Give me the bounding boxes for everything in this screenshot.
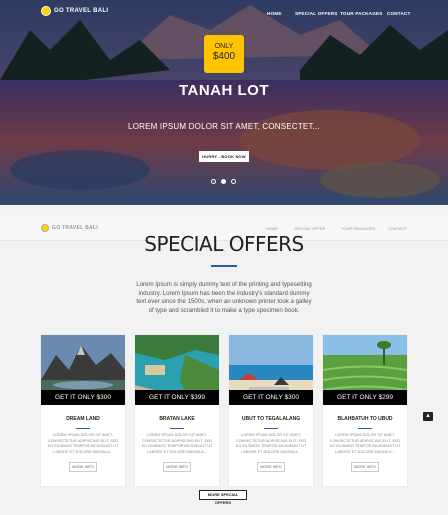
offer-card-bratan-lake: GET IT ONLY $399 BRATAN LAKE LOREM IPSUM… (135, 335, 219, 486)
slider-dot-2[interactable] (221, 179, 226, 184)
offer-price: GET IT ONLY $300 (41, 390, 125, 405)
offer-card-blahbatuh-to-ubud: GET IT ONLY $299 BLAHBATUH TO UBUD LOREM… (323, 335, 407, 486)
section-title: SPECIAL OFFERS (144, 232, 304, 256)
more-info-button[interactable]: MORE INFO (351, 462, 379, 472)
offer-card-ubut-to-tegalalang: GET IT ONLY $300 UBUT TO TEGALALANG LORE… (229, 335, 313, 486)
hero-background-image (0, 0, 448, 205)
offer-image[interactable]: GET IT ONLY $300 (41, 335, 125, 405)
offer-name: BLAHBATUH TO UBUD (337, 416, 393, 422)
offer-card-dream-land: GET IT ONLY $300 DREAM LAND LOREM IPSUM … (41, 335, 125, 486)
offer-price: GET IT ONLY $399 (135, 390, 219, 405)
offer-description: LOREM IPSUM DOLOR SIT AMET, CONSECTETUR … (47, 433, 119, 454)
offer-divider (170, 428, 184, 429)
offer-description: LOREM IPSUM DOLOR SIT AMET, CONSECTETUR … (235, 433, 307, 454)
offer-divider (358, 428, 372, 429)
sticky-nav-contact[interactable]: CONTACT (388, 226, 407, 231)
nav-contact[interactable]: CONTACT (387, 11, 411, 16)
slider-dot-1[interactable] (211, 179, 216, 184)
offer-name: BRATAN LAKE (159, 416, 195, 422)
offer-name: UBUT TO TEGALALANG (241, 416, 301, 422)
nav-home[interactable]: HOME (267, 11, 282, 16)
more-special-offers-button[interactable]: MORE SPECIAL OFFERS (199, 490, 247, 505)
chevron-up-icon[interactable]: ▲ (423, 412, 433, 421)
hero-title: TANAH LOT (178, 82, 270, 99)
brand-logo[interactable]: GO TRAVEL BALI (41, 6, 108, 16)
nav-special-offers[interactable]: SPECIAL OFFERS (295, 11, 338, 16)
sun-logo-icon (41, 224, 49, 232)
offer-image[interactable]: GET IT ONLY $300 (229, 335, 313, 405)
hero-banner: GO TRAVEL BALI HOME SPECIAL OFFERS TOUR … (0, 0, 448, 205)
sun-logo-icon (41, 6, 51, 16)
badge-price: $400 (212, 51, 236, 62)
sticky-nav-special-offer[interactable]: SPECIAL OFFER (294, 226, 325, 231)
sticky-brand-name: GO TRAVEL BALI (52, 225, 98, 231)
sticky-nav-home[interactable]: HOME (266, 226, 278, 231)
top-navigation: GO TRAVEL BALI HOME SPECIAL OFFERS TOUR … (0, 0, 448, 26)
offer-price: GET IT ONLY $300 (229, 390, 313, 405)
offer-image[interactable]: GET IT ONLY $399 (135, 335, 219, 405)
offer-price: GET IT ONLY $299 (323, 390, 407, 405)
more-info-button[interactable]: MORE INFO (163, 462, 191, 472)
brand-name: GO TRAVEL BALI (54, 8, 109, 14)
nav-tour-packages[interactable]: TOUR PACKAGES (340, 11, 383, 16)
hero-subtitle: LOREM IPSUM DOLOR SIT AMET, CONSECTET... (128, 122, 320, 131)
slider-dot-3[interactable] (231, 179, 236, 184)
sticky-brand-logo[interactable]: GO TRAVEL BALI (41, 224, 98, 232)
price-badge: ONLY $400 (204, 35, 244, 73)
offer-description: LOREM IPSUM DOLOR SIT AMET, CONSECTETUR … (141, 433, 213, 454)
section-underline (211, 265, 237, 267)
offer-image[interactable]: GET IT ONLY $299 (323, 335, 407, 405)
sticky-nav-tour-packages[interactable]: TOUR PACKAGES (341, 226, 375, 231)
badge-label: ONLY (214, 43, 234, 50)
section-intro: Lorem Ipsum is simply dummy text of the … (136, 281, 312, 314)
offer-description: LOREM IPSUM DOLOR SIT AMET, CONSECTETUR … (329, 433, 401, 454)
more-info-button[interactable]: MORE INFO (257, 462, 285, 472)
book-now-button[interactable]: HURRY - BOOK NOW (199, 151, 249, 162)
offer-name: DREAM LAND (66, 416, 100, 422)
more-info-button[interactable]: MORE INFO (69, 462, 97, 472)
offer-divider (264, 428, 278, 429)
offer-divider (76, 428, 90, 429)
